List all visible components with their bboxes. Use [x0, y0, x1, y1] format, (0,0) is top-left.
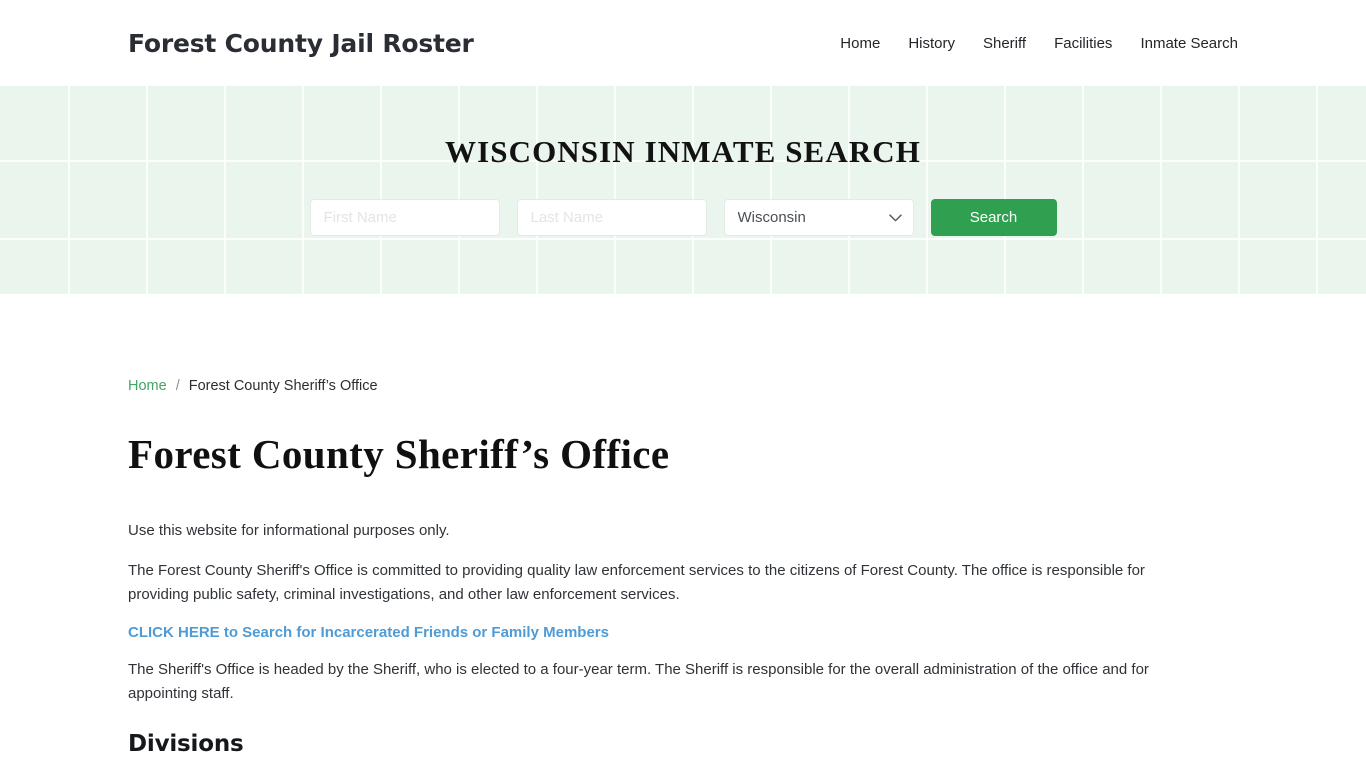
breadcrumb-current-page: Forest County Sheriff’s Office: [188, 378, 378, 394]
description-paragraph: The Forest County Sheriff's Office is co…: [128, 562, 1145, 603]
site-logo[interactable]: Forest County Jail Roster: [128, 29, 474, 58]
nav-item-home[interactable]: Home: [840, 36, 880, 51]
site-header: Forest County Jail Roster Home History S…: [0, 0, 1366, 86]
hero-search-section: WISCONSIN INMATE SEARCH Wisconsin Search: [0, 86, 1366, 294]
page-title: Forest County Sheriff’s Office: [128, 431, 670, 477]
sheriff-role-paragraph: The Sheriff's Office is headed by the Sh…: [128, 661, 1149, 702]
intro-paragraph: Use this website for informational purpo…: [128, 522, 450, 539]
hero-title: WISCONSIN INMATE SEARCH: [444, 134, 922, 169]
nav-item-inmate-search[interactable]: Inmate Search: [1140, 36, 1238, 51]
nav-item-sheriff[interactable]: Sheriff: [983, 36, 1026, 51]
breadcrumb-home-link[interactable]: Home: [128, 378, 167, 394]
nav-item-history[interactable]: History: [908, 36, 955, 51]
first-name-input[interactable]: [309, 199, 500, 236]
inmate-search-form: Wisconsin Search: [309, 199, 1057, 236]
main-navigation: Home History Sheriff Facilities Inmate S…: [840, 36, 1238, 51]
state-select-wrapper: Wisconsin: [723, 199, 914, 236]
search-submit-button[interactable]: Search: [930, 199, 1057, 236]
inmate-search-cta-link[interactable]: CLICK HERE to Search for Incarcerated Fr…: [128, 624, 609, 641]
divisions-heading: Divisions: [128, 731, 244, 757]
nav-item-facilities[interactable]: Facilities: [1054, 36, 1112, 51]
last-name-input[interactable]: [516, 199, 707, 236]
main-content: Home / Forest County Sheriff’s Office Fo…: [0, 378, 1366, 768]
breadcrumb-separator: /: [175, 378, 180, 394]
state-select[interactable]: Wisconsin: [723, 199, 914, 236]
breadcrumb: Home / Forest County Sheriff’s Office: [128, 378, 1238, 394]
